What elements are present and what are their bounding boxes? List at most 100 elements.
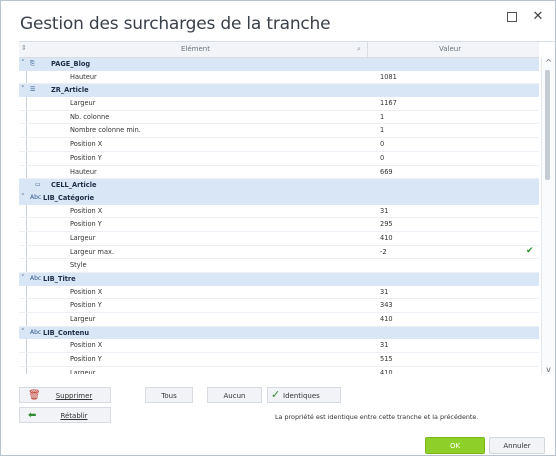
property-row[interactable]: Position Y 343 xyxy=(19,299,539,314)
property-value[interactable]: 410 xyxy=(380,369,393,374)
dialog-title: Gestion des surcharges de la tranche xyxy=(20,14,331,34)
group-row[interactable]: ˅ ⎘ PAGE_Blog xyxy=(19,58,539,71)
aucun-button[interactable]: Aucun xyxy=(207,387,262,403)
check-icon: ✓ xyxy=(271,388,281,401)
property-label: Largeur xyxy=(70,99,96,108)
tree-line xyxy=(26,70,27,84)
tree-line xyxy=(26,339,27,353)
property-row[interactable]: Position Y 515 xyxy=(19,353,539,367)
property-label: Style xyxy=(70,261,87,270)
property-value[interactable]: 343 xyxy=(380,301,393,309)
property-label: Position X xyxy=(70,140,103,149)
property-value[interactable]: 1081 xyxy=(380,73,397,81)
property-label: Position X xyxy=(70,341,103,350)
expand-chevron-icon[interactable]: ˅ xyxy=(21,274,25,282)
abc-icon: Abc xyxy=(30,328,42,336)
property-row[interactable]: Hauteur 1081 xyxy=(19,70,539,85)
tree-line xyxy=(26,97,27,110)
scroll-thumb[interactable] xyxy=(545,70,550,180)
property-value[interactable]: 1 xyxy=(380,126,384,134)
group-row[interactable]: ˅ ☰ ZR_Article xyxy=(19,84,539,98)
property-row[interactable]: Largeur 1167 xyxy=(19,97,539,111)
group-label: ZR_Article xyxy=(51,86,89,95)
property-value[interactable]: 410 xyxy=(380,234,393,242)
property-label: Position Y xyxy=(70,301,102,310)
property-row[interactable]: Style xyxy=(19,259,539,273)
group-row[interactable]: ˅ Abc LIB_Catégorie xyxy=(19,191,539,205)
group-label: LIB_Contenu xyxy=(43,328,90,337)
ok-button[interactable]: OK xyxy=(425,437,485,454)
property-row[interactable]: Position Y 295 xyxy=(19,218,539,232)
property-value[interactable]: 1 xyxy=(380,113,384,121)
column-header-element[interactable]: Elément xyxy=(181,45,210,53)
property-label: Hauteur xyxy=(70,72,97,81)
tree-line xyxy=(26,110,27,124)
expand-chevron-icon[interactable]: ˅ xyxy=(21,85,25,93)
property-row[interactable]: Position X 0 xyxy=(19,138,539,152)
column-separator[interactable] xyxy=(367,42,368,57)
property-value[interactable]: 0 xyxy=(380,140,384,148)
property-value[interactable]: 1167 xyxy=(380,99,397,107)
property-value[interactable]: 31 xyxy=(380,288,388,296)
scroll-up-icon[interactable]: ^ xyxy=(544,58,553,67)
property-label: Position Y xyxy=(70,220,102,229)
expand-chevron-icon[interactable]: ˅ xyxy=(21,328,25,336)
property-value[interactable]: -2 xyxy=(380,248,387,256)
maximize-button[interactable] xyxy=(501,7,523,27)
property-row[interactable]: Position X 31 xyxy=(19,339,539,354)
group-label: PAGE_Blog xyxy=(51,60,91,68)
property-value[interactable]: 669 xyxy=(380,168,393,176)
property-row[interactable]: Nombre colonne min. 1 xyxy=(19,124,539,139)
group-row[interactable]: ˅ Abc LIB_Titre xyxy=(19,273,539,286)
property-row[interactable]: Position X 31 xyxy=(19,204,539,219)
expand-chevron-icon[interactable]: ˅ xyxy=(21,193,25,201)
tree-line xyxy=(26,299,27,313)
tree-line xyxy=(26,353,27,366)
sort-icon[interactable]: ⇕ xyxy=(21,44,27,52)
property-value[interactable]: 31 xyxy=(380,341,388,349)
property-label: Position X xyxy=(70,287,103,296)
property-value[interactable]: 515 xyxy=(380,355,393,363)
retablir-button[interactable]: ⬅ Rétablir xyxy=(19,407,111,423)
info-text: La propriété est identique entre cette t… xyxy=(275,413,479,421)
search-icon[interactable]: ⌕ xyxy=(357,45,361,54)
close-button[interactable]: ✕ xyxy=(527,7,549,27)
property-row[interactable]: Largeur 410 xyxy=(19,313,539,327)
property-value[interactable]: 31 xyxy=(380,207,388,215)
undo-icon: ⬅ xyxy=(28,410,37,421)
property-row[interactable]: Largeur 410 xyxy=(19,231,539,246)
property-value[interactable]: 410 xyxy=(380,315,393,323)
group-row[interactable]: ▭ CELL_Article xyxy=(19,179,539,192)
property-label: Position Y xyxy=(70,355,102,364)
tree-line xyxy=(26,245,27,259)
property-row[interactable]: Position Y 0 xyxy=(19,151,539,166)
column-header-value[interactable]: Valeur xyxy=(439,45,461,53)
property-row[interactable]: Nb. colonne 1 xyxy=(19,110,539,125)
identical-check-icon: ✔ xyxy=(526,245,534,256)
property-row[interactable]: Hauteur 669 xyxy=(19,165,539,180)
property-value[interactable]: 0 xyxy=(380,154,384,162)
scroll-down-icon[interactable]: v xyxy=(544,365,553,374)
annuler-button[interactable]: Annuler xyxy=(489,437,545,454)
property-row[interactable]: Position X 31 xyxy=(19,285,539,300)
vertical-scrollbar[interactable]: ^ v xyxy=(541,58,554,374)
property-value[interactable]: 295 xyxy=(380,220,393,228)
property-row[interactable]: Largeur 410 xyxy=(19,366,539,374)
expand-chevron-icon[interactable]: ˅ xyxy=(21,59,25,67)
tous-button[interactable]: Tous xyxy=(145,387,193,403)
supprimer-button[interactable]: 🗑 Supprimer xyxy=(19,387,111,403)
property-label: Hauteur xyxy=(70,167,97,176)
tree-line xyxy=(26,124,27,138)
supprimer-label: Supprimer xyxy=(55,392,93,400)
property-row[interactable]: Largeur max. -2 ✔ xyxy=(19,245,539,260)
tree-line xyxy=(26,285,27,299)
group-row[interactable]: ˅ Abc LIB_Contenu xyxy=(19,326,539,340)
tree-line xyxy=(26,313,27,326)
trash-icon: 🗑 xyxy=(28,390,41,401)
identiques-button[interactable]: ✓ Identiques xyxy=(267,387,341,403)
abc-icon: Abc xyxy=(30,193,42,201)
group-label: CELL_Article xyxy=(51,181,97,190)
cell-icon: ▭ xyxy=(35,181,41,189)
tree-line xyxy=(26,218,27,231)
bottom-panel: 🗑 Supprimer ⬅ Rétablir Tous Aucun ✓ Iden… xyxy=(1,375,555,455)
